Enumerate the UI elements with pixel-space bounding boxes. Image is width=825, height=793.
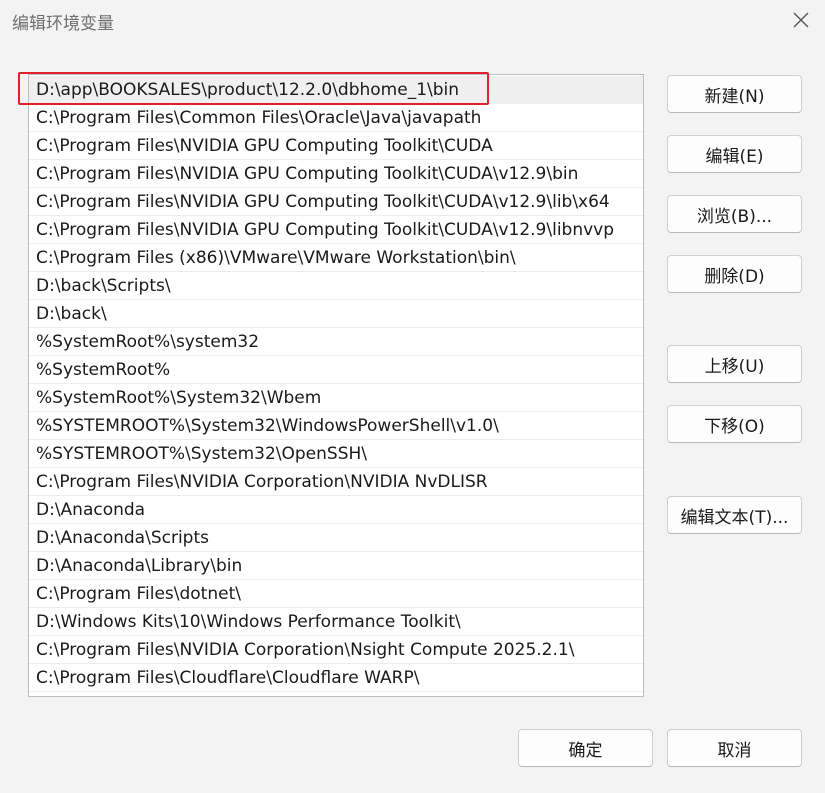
new-button[interactable]: 新建(N) [667, 75, 802, 113]
path-list-item[interactable]: %SYSTEMROOT%\System32\WindowsPowerShell\… [29, 412, 643, 440]
edit-text-button[interactable]: 编辑文本(T)... [667, 496, 802, 534]
path-list-item[interactable]: D:\Anaconda\Library\bin [29, 552, 643, 580]
close-icon [793, 12, 809, 28]
path-list-item[interactable]: %SystemRoot%\System32\Wbem [29, 384, 643, 412]
ok-button[interactable]: 确定 [518, 729, 653, 767]
path-list-item[interactable]: D:\Anaconda [29, 496, 643, 524]
path-list-item[interactable]: C:\Program Files\Common Files\Oracle\Jav… [29, 104, 643, 132]
path-list-item[interactable]: C:\Program Files\NVIDIA GPU Computing To… [29, 160, 643, 188]
path-list-item[interactable]: C:\Program Files\NVIDIA GPU Computing To… [29, 188, 643, 216]
move-up-button[interactable]: 上移(U) [667, 345, 802, 383]
edit-button[interactable]: 编辑(E) [667, 135, 802, 173]
edit-environment-variable-dialog: 编辑环境变量 D:\app\BOOKSALES\product\12.2.0\d… [0, 0, 825, 793]
path-list-item[interactable]: D:\back\ [29, 300, 643, 328]
path-list-item[interactable]: %SYSTEMROOT%\System32\OpenSSH\ [29, 440, 643, 468]
path-list-item[interactable]: D:\Windows Kits\10\Windows Performance T… [29, 608, 643, 636]
path-list-item[interactable]: C:\Program Files\NVIDIA GPU Computing To… [29, 216, 643, 244]
path-list-item[interactable]: C:\Program Files\NVIDIA Corporation\NVID… [29, 468, 643, 496]
delete-button[interactable]: 删除(D) [667, 255, 802, 293]
cancel-button[interactable]: 取消 [667, 729, 802, 767]
path-list-item[interactable]: D:\back\Scripts\ [29, 272, 643, 300]
path-list-item[interactable]: C:\Program Files (x86)\VMware\VMware Wor… [29, 244, 643, 272]
path-list-item[interactable]: D:\Anaconda\Scripts [29, 524, 643, 552]
close-button[interactable] [782, 4, 820, 36]
title-bar: 编辑环境变量 [0, 0, 825, 42]
path-list[interactable]: D:\app\BOOKSALES\product\12.2.0\dbhome_1… [28, 74, 644, 697]
path-list-item[interactable]: C:\Program Files\Cloudflare\Cloudflare W… [29, 664, 643, 692]
path-list-item[interactable]: %SystemRoot% [29, 356, 643, 384]
path-list-item[interactable]: %SystemRoot%\system32 [29, 328, 643, 356]
path-list-item[interactable]: C:\Program Files\dotnet\ [29, 580, 643, 608]
path-list-item[interactable]: D:\app\BOOKSALES\product\12.2.0\dbhome_1… [29, 76, 643, 104]
path-list-item[interactable]: C:\Program Files\NVIDIA Corporation\Nsig… [29, 636, 643, 664]
window-title: 编辑环境变量 [12, 14, 114, 34]
move-down-button[interactable]: 下移(O) [667, 405, 802, 443]
browse-button[interactable]: 浏览(B)... [667, 195, 802, 233]
path-list-item[interactable]: C:\Program Files\NVIDIA GPU Computing To… [29, 132, 643, 160]
